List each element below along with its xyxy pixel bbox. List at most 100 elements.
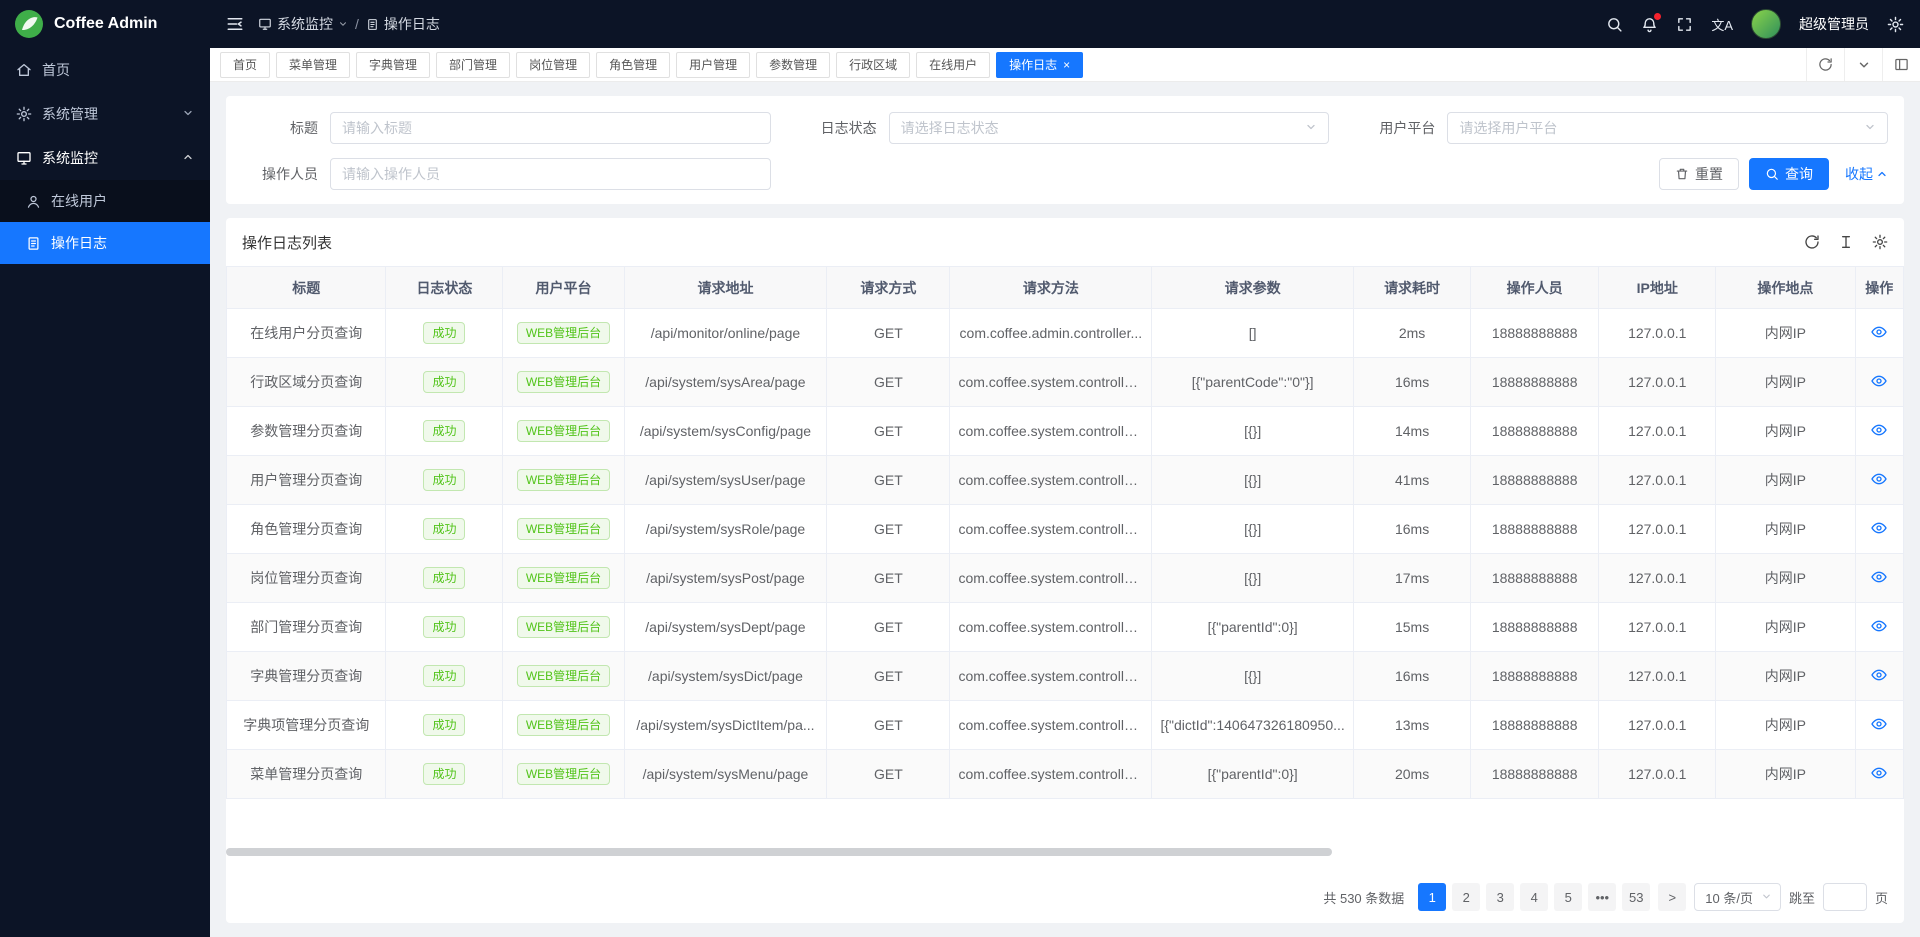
page-button[interactable]: 2: [1452, 883, 1480, 911]
tab-label: 角色管理: [609, 56, 657, 73]
notification-bell-icon[interactable]: [1641, 16, 1658, 33]
platform-badge: WEB管理后台: [517, 763, 610, 785]
view-detail-eye-icon[interactable]: [1871, 324, 1887, 340]
breadcrumb-section[interactable]: 系统监控: [258, 14, 348, 34]
column-header: 请求方式: [827, 267, 950, 309]
chevron-down-icon: [1761, 890, 1772, 905]
tab[interactable]: 菜单管理: [276, 52, 350, 78]
layout-icon[interactable]: [1882, 48, 1920, 81]
document-icon: [366, 18, 379, 31]
cell-location: 内网IP: [1716, 701, 1855, 750]
tab[interactable]: 行政区域: [836, 52, 910, 78]
app-logo: Coffee Admin: [0, 0, 210, 48]
next-page-button[interactable]: >: [1658, 883, 1686, 911]
view-detail-eye-icon[interactable]: [1871, 618, 1887, 634]
operator-input[interactable]: [342, 166, 759, 182]
row-density-icon[interactable]: [1838, 234, 1854, 250]
cell-url: /api/system/sysRole/page: [624, 505, 827, 554]
cell-title: 用户管理分页查询: [227, 456, 386, 505]
view-detail-eye-icon[interactable]: [1871, 471, 1887, 487]
cell-ip: 127.0.0.1: [1599, 750, 1716, 799]
view-detail-eye-icon[interactable]: [1871, 520, 1887, 536]
chevron-down-icon: [338, 19, 348, 29]
cell-operator: 18888888888: [1471, 554, 1599, 603]
chevron-down-icon[interactable]: [1844, 48, 1882, 81]
platform-badge: WEB管理后台: [517, 371, 610, 393]
language-icon[interactable]: 文A: [1711, 15, 1733, 34]
menu-fold-icon[interactable]: [226, 15, 244, 33]
sidebar-item-home[interactable]: 首页: [0, 48, 210, 92]
tab[interactable]: 字典管理: [356, 52, 430, 78]
tab[interactable]: 首页: [220, 52, 270, 78]
page-button[interactable]: 1: [1418, 883, 1446, 911]
column-header: 请求方法: [950, 267, 1152, 309]
view-detail-eye-icon[interactable]: [1871, 765, 1887, 781]
view-detail-eye-icon[interactable]: [1871, 716, 1887, 732]
reset-button[interactable]: 重置: [1659, 158, 1739, 190]
view-detail-eye-icon[interactable]: [1871, 667, 1887, 683]
fullscreen-icon[interactable]: [1676, 16, 1693, 33]
cell-method: GET: [827, 309, 950, 358]
sidebar-item-system-management[interactable]: 系统管理: [0, 92, 210, 136]
page-button[interactable]: 4: [1520, 883, 1548, 911]
column-settings-gear-icon[interactable]: [1872, 234, 1888, 250]
column-header: 请求地址: [624, 267, 827, 309]
page-button[interactable]: •••: [1588, 883, 1616, 911]
cell-title: 字典项管理分页查询: [227, 701, 386, 750]
cell-handler: com.coffee.system.controlle...: [950, 603, 1152, 652]
avatar[interactable]: [1751, 9, 1781, 39]
refresh-icon[interactable]: [1806, 48, 1844, 81]
page-list: 12345•••53: [1418, 883, 1650, 911]
sidebar-item-operation-log[interactable]: 操作日志: [0, 222, 210, 264]
table-row: 用户管理分页查询 成功 WEB管理后台 /api/system/sysUser/…: [227, 456, 1904, 505]
status-select[interactable]: 请选择日志状态: [889, 112, 1330, 144]
tab[interactable]: 参数管理: [756, 52, 830, 78]
document-icon: [26, 236, 41, 251]
cell-duration: 41ms: [1354, 456, 1471, 505]
collapse-filters-link[interactable]: 收起: [1845, 164, 1888, 184]
cell-ip: 127.0.0.1: [1599, 603, 1716, 652]
cell-operator: 18888888888: [1471, 701, 1599, 750]
jump-page-input[interactable]: [1823, 883, 1867, 911]
tab[interactable]: 角色管理: [596, 52, 670, 78]
title-input[interactable]: [342, 120, 759, 136]
cell-title: 部门管理分页查询: [227, 603, 386, 652]
tab[interactable]: 岗位管理: [516, 52, 590, 78]
tab-close-icon[interactable]: ×: [1063, 59, 1070, 71]
page-size-select[interactable]: 10 条/页: [1694, 883, 1781, 911]
page-button[interactable]: 53: [1622, 883, 1650, 911]
refresh-icon[interactable]: [1804, 234, 1820, 250]
horizontal-scrollbar-track: [226, 847, 1902, 857]
page-button[interactable]: 5: [1554, 883, 1582, 911]
search-icon[interactable]: [1606, 16, 1623, 33]
monitor-icon: [16, 150, 32, 166]
cell-operator: 18888888888: [1471, 358, 1599, 407]
sidebar-nav: 首页 系统管理 系统监控: [0, 48, 210, 264]
cell-ip: 127.0.0.1: [1599, 701, 1716, 750]
tab[interactable]: 部门管理: [436, 52, 510, 78]
cell-handler: com.coffee.system.controlle...: [950, 652, 1152, 701]
breadcrumb-page-label: 操作日志: [384, 14, 440, 34]
horizontal-scrollbar-thumb[interactable]: [226, 848, 1332, 856]
cell-duration: 14ms: [1354, 407, 1471, 456]
cell-method: GET: [827, 456, 950, 505]
page-button[interactable]: 3: [1486, 883, 1514, 911]
cell-method: GET: [827, 701, 950, 750]
view-detail-eye-icon[interactable]: [1871, 422, 1887, 438]
cell-title: 岗位管理分页查询: [227, 554, 386, 603]
view-detail-eye-icon[interactable]: [1871, 373, 1887, 389]
settings-gear-icon[interactable]: [1887, 16, 1904, 33]
app-title: Coffee Admin: [54, 15, 157, 33]
sidebar-item-system-monitor[interactable]: 系统监控: [0, 136, 210, 180]
view-detail-eye-icon[interactable]: [1871, 569, 1887, 585]
cell-location: 内网IP: [1716, 750, 1855, 799]
cell-ip: 127.0.0.1: [1599, 456, 1716, 505]
platform-select[interactable]: 请选择用户平台: [1447, 112, 1888, 144]
tab[interactable]: 在线用户: [916, 52, 990, 78]
tab[interactable]: 用户管理: [676, 52, 750, 78]
tab[interactable]: 操作日志 ×: [996, 52, 1083, 78]
table-tools: [1804, 234, 1888, 250]
sidebar-item-online-users[interactable]: 在线用户: [0, 180, 210, 222]
cell-duration: 20ms: [1354, 750, 1471, 799]
search-button[interactable]: 查询: [1749, 158, 1829, 190]
